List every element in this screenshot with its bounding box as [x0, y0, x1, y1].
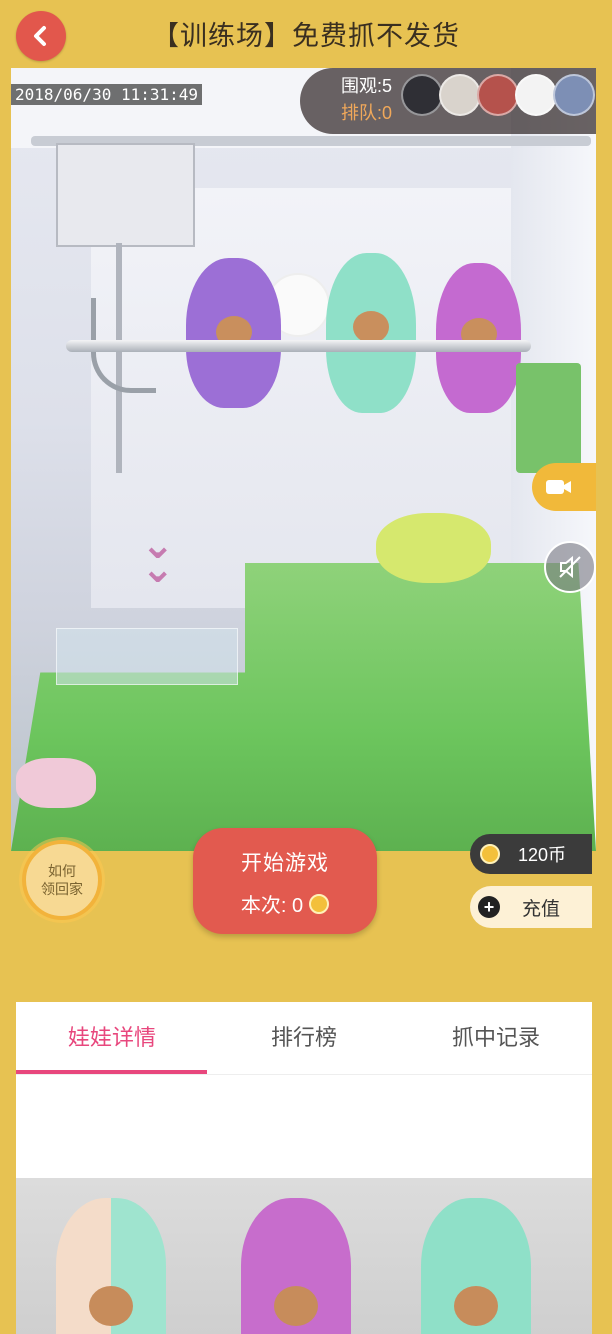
plus-icon: + [478, 896, 500, 918]
doll-face [89, 1286, 133, 1326]
recharge-button[interactable]: + 充值 [470, 886, 592, 928]
live-camera-view: ⌄ ⌄ 2018/06/30 11:31:49 围观:5 排队:0 [11, 68, 596, 851]
coin-icon [480, 844, 500, 864]
camera-icon [546, 480, 571, 494]
coin-icon [309, 893, 330, 914]
start-label: 开始游戏 [241, 852, 329, 875]
tab-bar: 娃娃详情 排行榜 抓中记录 [16, 1002, 592, 1075]
viewer-avatar[interactable] [477, 74, 519, 116]
product-image [16, 1178, 592, 1334]
teal-plush [326, 253, 416, 413]
how-to-claim-button[interactable]: 如何 领回家 [22, 840, 102, 920]
viewer-avatar[interactable] [515, 74, 557, 116]
doll-face [274, 1286, 318, 1326]
doll-face [454, 1286, 498, 1326]
queue-count: 排队:0 [341, 103, 393, 123]
pink-doll [241, 1198, 351, 1334]
start-game-button[interactable]: 开始游戏 本次: 0 [193, 828, 377, 934]
teal-doll [421, 1198, 531, 1334]
pink-gift [16, 758, 96, 808]
camera-timestamp: 2018/06/30 11:31:49 [11, 84, 203, 105]
prize-chute-glass [56, 628, 238, 685]
page-title: 【训练场】免费抓不发货 [152, 21, 460, 51]
claw-motor-box [56, 143, 195, 247]
coin-balance: 120币 [470, 834, 592, 874]
viewer-avatar[interactable] [439, 74, 481, 116]
tab-doll-details[interactable]: 娃娃详情 [16, 1002, 208, 1074]
tab-catch-records[interactable]: 抓中记录 [400, 1002, 592, 1074]
speaker-mute-icon [559, 555, 581, 579]
cost-label: 本次: 0 [240, 895, 304, 917]
magenta-plush [436, 263, 521, 413]
viewer-avatar[interactable] [401, 74, 443, 116]
plush-face [353, 311, 389, 343]
mickey-poster [516, 363, 581, 473]
detail-panel: 娃娃详情 排行榜 抓中记录 [16, 1002, 592, 1334]
balance-value: 120币 [518, 845, 567, 865]
purple-plush [186, 258, 281, 408]
mute-button[interactable] [544, 541, 596, 593]
active-tab-indicator [16, 1070, 207, 1074]
recharge-label: 充值 [522, 898, 561, 920]
prize-hanging-rod [66, 340, 531, 352]
tab-leaderboard[interactable]: 排行榜 [208, 1002, 400, 1074]
viewer-avatar[interactable] [553, 74, 595, 116]
watch-count: 围观:5 [341, 76, 393, 96]
yellow-plush [376, 513, 491, 583]
cream-teal-doll [56, 1198, 166, 1334]
cost-row: 本次: 0 [193, 889, 377, 918]
chevron-down-icon: ⌄ ⌄ [141, 523, 175, 591]
howto-line2: 领回家 [41, 881, 83, 897]
camera-switch-button[interactable] [532, 463, 596, 511]
howto-line1: 如何 [48, 863, 76, 879]
